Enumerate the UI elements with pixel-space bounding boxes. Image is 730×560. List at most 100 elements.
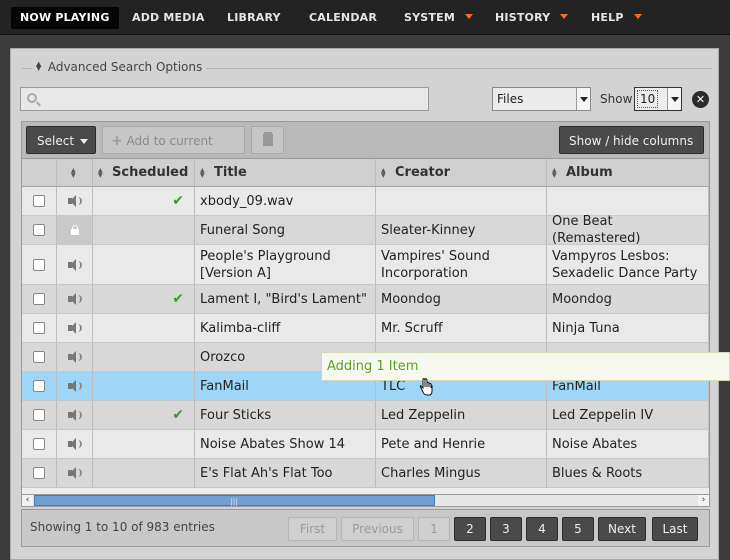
first-label: First xyxy=(299,522,326,536)
close-icon[interactable]: ✕ xyxy=(692,91,709,108)
table-row[interactable]: ✔ Four Sticks Led Zeppelin Led Zeppelin IV xyxy=(22,401,709,430)
previous-page-button[interactable]: Previous xyxy=(341,517,414,541)
row-checkbox[interactable] xyxy=(33,293,45,305)
horizontal-scrollbar[interactable]: ‹ ||| › xyxy=(21,494,710,507)
header-icon-column[interactable]: ▲ ▼ xyxy=(57,159,93,186)
creator-text: Vampires' Sound Incorporation xyxy=(381,248,490,281)
last-page-button[interactable]: Last xyxy=(652,517,698,541)
row-icon-cell[interactable] xyxy=(57,372,93,400)
speaker-icon xyxy=(67,438,82,450)
nav-help[interactable]: HELP xyxy=(591,7,642,29)
title-text: Funeral Song xyxy=(200,222,285,238)
row-checkbox[interactable] xyxy=(33,380,45,392)
speaker-icon xyxy=(67,322,82,334)
nav-label: NOW PLAYING xyxy=(20,11,110,24)
page-label: 1 xyxy=(430,522,438,536)
page-label: 4 xyxy=(538,522,546,536)
page-button-5[interactable]: 5 xyxy=(562,517,594,541)
speaker-icon xyxy=(67,380,82,392)
row-checkbox[interactable] xyxy=(33,351,45,363)
scroll-left-icon[interactable]: ‹ xyxy=(22,495,33,506)
row-checkbox-cell xyxy=(22,343,57,371)
lock-icon xyxy=(70,225,79,235)
show-hide-columns-button[interactable]: Show / hide columns xyxy=(559,126,704,172)
row-checkbox[interactable] xyxy=(33,438,45,450)
search-input[interactable] xyxy=(43,90,423,108)
table-header-row: ▲ ▼ ▲ ▼ Scheduled ▲ ▼ Title ▲ ▼ Creator ▲ ▼ Album xyxy=(22,159,709,187)
scrollbar-thumb[interactable]: ||| xyxy=(34,495,435,506)
delete-button[interactable] xyxy=(251,126,284,154)
search-icon xyxy=(27,93,37,103)
table-row[interactable]: E's Flat Ah's Flat Too Charles Mingus Blue… xyxy=(22,459,709,488)
row-icon-cell[interactable] xyxy=(57,459,93,487)
nav-add-media[interactable]: ADD MEDIA xyxy=(132,7,205,29)
row-icon-cell[interactable] xyxy=(57,401,93,429)
table-row[interactable]: Funeral Song Sleater-Kinney One Beat (Rema… xyxy=(22,214,709,246)
header-creator[interactable]: ▲ ▼ Creator xyxy=(376,159,547,186)
media-type-select[interactable]: Files xyxy=(492,87,591,111)
row-checkbox[interactable] xyxy=(33,409,45,421)
page-button-3[interactable]: 3 xyxy=(490,517,522,541)
table-row[interactable]: ✔ Lament I, "Bird's Lament" Moondog Moondog xyxy=(22,285,709,314)
row-checkbox[interactable] xyxy=(33,258,45,271)
last-label: Last xyxy=(662,522,688,536)
scheduled-cell xyxy=(93,314,195,342)
advanced-search-toggle[interactable]: ▲ ▼ Advanced Search Options xyxy=(22,60,712,76)
row-icon-cell[interactable] xyxy=(57,187,93,215)
creator-text: Moondog xyxy=(381,291,441,307)
scheduled-cell: ✔ xyxy=(93,401,195,429)
title-text: People's Playground [Version A] xyxy=(200,248,331,281)
page-button-1[interactable]: 1 xyxy=(418,517,450,541)
title-text: Four Sticks xyxy=(200,407,272,423)
table-row[interactable]: People's Playground [Version A] Vampires'… xyxy=(22,245,709,285)
select-button-label: Select xyxy=(37,134,75,148)
next-page-button[interactable]: Next xyxy=(598,517,646,541)
add-to-show-button[interactable]: + Add to current show xyxy=(102,126,245,176)
creator-cell: Mr. Scruff xyxy=(376,314,547,342)
title-text: Kalimba-cliff xyxy=(200,320,281,336)
row-checkbox[interactable] xyxy=(33,322,45,334)
select-button[interactable]: Select xyxy=(26,126,96,154)
title-cell: Kalimba-cliff xyxy=(195,314,376,342)
row-checkbox[interactable] xyxy=(33,195,45,207)
nav-system[interactable]: SYSTEM xyxy=(404,7,473,29)
scroll-right-icon[interactable]: › xyxy=(698,495,709,506)
advanced-search-legend[interactable]: ▲ ▼ Advanced Search Options xyxy=(32,60,207,74)
header-album[interactable]: ▲ ▼ Album xyxy=(547,159,709,186)
table-row[interactable]: ✔ xbody_09.wav xyxy=(22,187,709,216)
title-cell: People's Playground [Version A] xyxy=(195,245,376,284)
page-button-2[interactable]: 2 xyxy=(454,517,486,541)
page-size-select[interactable]: 10 xyxy=(634,87,682,111)
row-icon-cell[interactable] xyxy=(57,343,93,371)
creator-text: Pete and Henrie xyxy=(381,436,486,452)
header-title[interactable]: ▲ ▼ Title xyxy=(195,159,376,186)
album-text: One Beat (Remastered) xyxy=(552,214,641,246)
nav-label: HELP xyxy=(591,11,624,24)
table-footer: Showing 1 to 10 of 983 entries First Pre… xyxy=(21,509,710,547)
header-scheduled[interactable]: ▲ ▼ Scheduled xyxy=(93,159,195,186)
creator-cell: Vampires' Sound Incorporation xyxy=(376,245,547,284)
nav-now-playing[interactable]: NOW PLAYING xyxy=(11,7,119,29)
nav-calendar[interactable]: CALENDAR xyxy=(309,7,377,29)
row-icon-cell[interactable] xyxy=(57,216,93,244)
expand-arrows-icon: ▲ ▼ xyxy=(36,60,42,72)
row-icon-cell[interactable] xyxy=(57,430,93,458)
title-cell: xbody_09.wav xyxy=(195,187,376,215)
chevron-down-icon xyxy=(80,139,89,144)
row-icon-cell[interactable] xyxy=(57,245,93,284)
row-checkbox[interactable] xyxy=(33,467,45,479)
search-field[interactable] xyxy=(20,87,429,111)
page-button-4[interactable]: 4 xyxy=(526,517,558,541)
first-page-button[interactable]: First xyxy=(288,517,337,541)
row-icon-cell[interactable] xyxy=(57,285,93,313)
dropdown-caret-icon xyxy=(633,14,642,19)
nav-library[interactable]: LIBRARY xyxy=(227,7,281,29)
nav-history[interactable]: HISTORY xyxy=(495,7,569,29)
creator-cell xyxy=(376,187,547,215)
scheduled-cell: ✔ xyxy=(93,285,195,313)
table-toolbar: Select + Add to current show Show / hide… xyxy=(21,121,710,176)
row-icon-cell[interactable] xyxy=(57,314,93,342)
table-row[interactable]: Noise Abates Show 14 Pete and Henrie Noise… xyxy=(22,430,709,459)
table-row[interactable]: Kalimba-cliff Mr. Scruff Ninja Tuna xyxy=(22,314,709,343)
row-checkbox[interactable] xyxy=(33,224,45,236)
